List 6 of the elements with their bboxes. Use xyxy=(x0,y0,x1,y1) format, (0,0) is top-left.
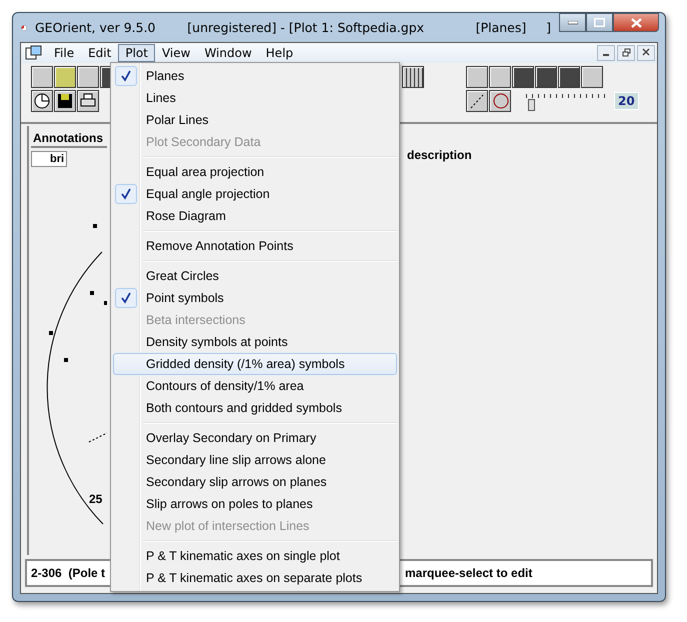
status-text: 2-306 (Pole t xyxy=(31,566,106,580)
axis-label: 25 xyxy=(89,492,102,506)
description-label: description xyxy=(407,148,472,162)
slider-value: 20 xyxy=(614,92,639,110)
window-title: GEOrient, ver 9.5.0 [unregistered] - [Plot 1: Softpedia.gpx [Planes] ] xyxy=(35,20,551,35)
status-text: marquee-select to edit xyxy=(405,566,532,580)
